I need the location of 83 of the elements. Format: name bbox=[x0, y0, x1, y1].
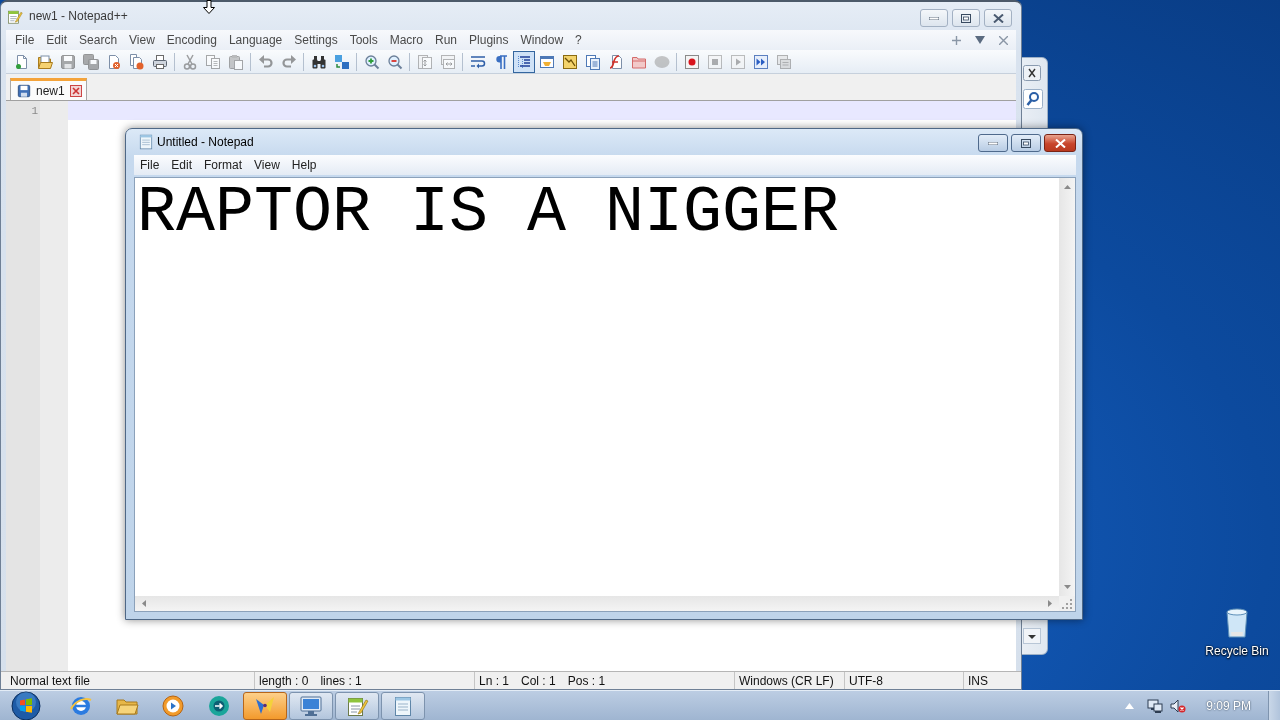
status-text: Ln : 1 bbox=[479, 672, 510, 690]
binoculars-icon[interactable] bbox=[310, 53, 327, 70]
media-player-icon[interactable] bbox=[161, 693, 185, 718]
close-icon[interactable] bbox=[1023, 65, 1041, 81]
status-text: length : 0 bbox=[259, 672, 309, 690]
zoom-out-icon[interactable] bbox=[386, 53, 403, 70]
menu-item[interactable]: Help bbox=[285, 156, 323, 174]
window-title: new1 - Notepad++ bbox=[29, 8, 128, 25]
menu-item[interactable]: Window bbox=[514, 31, 570, 49]
indent-guide-icon[interactable] bbox=[515, 53, 532, 70]
menu-item[interactable]: Edit bbox=[40, 31, 74, 49]
close-button[interactable] bbox=[984, 9, 1012, 27]
status-text: INS bbox=[968, 672, 988, 690]
replace-icon[interactable] bbox=[333, 53, 350, 70]
taskbar-button[interactable] bbox=[381, 691, 425, 720]
status-text: lines : 1 bbox=[320, 672, 362, 690]
plus-icon[interactable] bbox=[952, 35, 961, 45]
close-icon bbox=[992, 13, 1004, 23]
menu-item[interactable]: Settings bbox=[288, 31, 344, 49]
resize-grip-icon[interactable] bbox=[1062, 598, 1072, 609]
close-icon bbox=[1054, 138, 1066, 148]
close-icon[interactable] bbox=[69, 84, 82, 97]
open-folder-icon[interactable] bbox=[36, 53, 53, 70]
right-arrow-icon[interactable] bbox=[1048, 600, 1052, 607]
menu-item[interactable]: Plugins bbox=[463, 31, 515, 49]
maximize-icon bbox=[1021, 138, 1031, 148]
close-all-files-icon[interactable] bbox=[128, 53, 145, 70]
tab[interactable]: new1 bbox=[10, 78, 87, 100]
window-title: Untitled - Notepad bbox=[157, 134, 254, 151]
maximize-icon bbox=[961, 13, 971, 23]
menu-item[interactable]: Encoding bbox=[160, 31, 223, 49]
taskbar-button[interactable] bbox=[243, 691, 287, 720]
status-text: UTF-8 bbox=[849, 672, 883, 690]
status-text: Windows (CR LF) bbox=[739, 672, 834, 690]
dropdown-arrow-icon[interactable] bbox=[975, 36, 985, 44]
menu-item[interactable]: Format bbox=[198, 156, 249, 174]
muted-speaker-icon[interactable] bbox=[1170, 697, 1187, 714]
menu-item[interactable]: Language bbox=[222, 31, 289, 49]
menu-item[interactable]: Macro bbox=[383, 31, 429, 49]
status-text: Pos : 1 bbox=[567, 672, 606, 690]
menu-item[interactable]: View bbox=[123, 31, 161, 49]
search-icon[interactable] bbox=[1023, 89, 1043, 109]
left-arrow-icon[interactable] bbox=[142, 600, 146, 607]
down-arrow-icon[interactable] bbox=[1063, 585, 1071, 589]
menu-item[interactable]: View bbox=[248, 156, 286, 174]
cursor-icon bbox=[203, 0, 215, 14]
taskbar-button[interactable] bbox=[289, 691, 333, 720]
menu-item[interactable]: File bbox=[134, 156, 166, 174]
printer-icon[interactable] bbox=[151, 53, 168, 70]
zoom-in-icon[interactable] bbox=[363, 53, 380, 70]
function-list-icon[interactable] bbox=[607, 53, 624, 70]
menu-item[interactable]: Tools bbox=[343, 31, 384, 49]
status-text: Col : 1 bbox=[521, 672, 556, 690]
caret-icon[interactable] bbox=[1023, 628, 1041, 644]
menu-item[interactable]: Edit bbox=[165, 156, 199, 174]
desktop-icon-label[interactable]: Recycle Bin bbox=[1205, 642, 1269, 660]
start-orb-icon[interactable] bbox=[11, 690, 41, 720]
record-icon[interactable] bbox=[683, 53, 700, 70]
menu-item[interactable]: File bbox=[9, 31, 41, 49]
menu-item[interactable]: Run bbox=[429, 31, 464, 49]
minimize-icon bbox=[929, 16, 939, 20]
line-number: 1 bbox=[31, 104, 38, 119]
word-wrap-icon[interactable] bbox=[469, 53, 486, 70]
new-file-icon[interactable] bbox=[13, 53, 30, 70]
chart-icon[interactable] bbox=[561, 53, 578, 70]
status-text: Normal text file bbox=[10, 672, 91, 690]
maximize-button[interactable] bbox=[952, 9, 980, 27]
menu-item[interactable]: Search bbox=[73, 31, 124, 49]
menu-item[interactable]: ? bbox=[569, 31, 588, 49]
document-list-icon[interactable] bbox=[584, 53, 601, 70]
fast-forward-icon[interactable] bbox=[752, 53, 769, 70]
text-area[interactable]: RAPTOR IS A NIGGER bbox=[134, 177, 1059, 596]
network-icon[interactable] bbox=[1147, 697, 1164, 714]
close-button[interactable] bbox=[1044, 134, 1076, 152]
recycle-bin-icon[interactable] bbox=[1224, 606, 1250, 638]
dialog-window-icon[interactable] bbox=[538, 53, 555, 70]
minimize-button[interactable] bbox=[978, 134, 1008, 152]
minimize-icon bbox=[988, 141, 998, 145]
up-arrow-icon[interactable] bbox=[1063, 185, 1071, 189]
taskbar-button[interactable] bbox=[335, 691, 379, 720]
notepad-icon bbox=[139, 134, 153, 150]
show-desktop-button[interactable] bbox=[1268, 691, 1280, 720]
maximize-button[interactable] bbox=[1011, 134, 1041, 152]
